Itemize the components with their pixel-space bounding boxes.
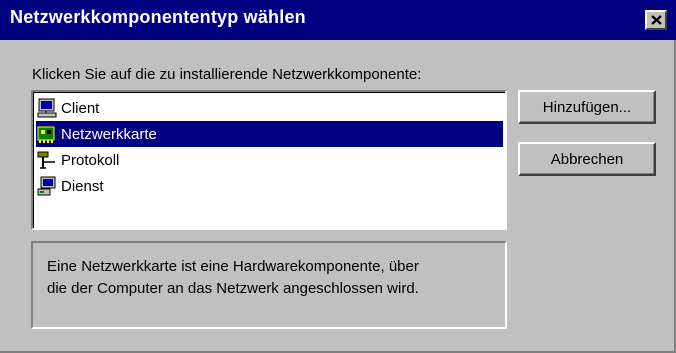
title-bar[interactable]: Netzwerkkomponententyp wählen: [0, 0, 676, 40]
description-line-2: die der Computer an das Netzwerk angesch…: [47, 280, 419, 297]
cancel-button-label: Abbrechen: [550, 150, 624, 168]
network-card-icon: [37, 126, 55, 143]
service-computer-icon: [37, 176, 56, 196]
list-item-network-card[interactable]: Netzwerkkarte: [36, 121, 503, 147]
description-box: Eine Netzwerkkarte ist eine Hardwarekomp…: [31, 241, 507, 329]
network-component-dialog: Netzwerkkomponententyp wählen Klicken Si…: [0, 0, 676, 353]
component-listbox[interactable]: Client Netzwerkkarte Protokoll Dienst: [31, 90, 507, 230]
cancel-button[interactable]: Abbrechen: [518, 142, 656, 176]
client-computer-icon: [37, 98, 57, 118]
list-item-label: Client: [61, 99, 100, 117]
close-button[interactable]: [645, 10, 667, 30]
list-item-service[interactable]: Dienst: [36, 173, 503, 199]
add-button-label: Hinzufügen...: [542, 98, 632, 116]
instruction-label: Klicken Sie auf die zu installierende Ne…: [32, 66, 422, 83]
window-title: Netzwerkkomponententyp wählen: [10, 7, 306, 27]
description-line-1: Eine Netzwerkkarte ist eine Hardwarekomp…: [47, 258, 419, 275]
protocol-connector-icon: [37, 151, 55, 169]
list-item-label: Dienst: [61, 177, 104, 195]
description-text: Eine Netzwerkkarte ist eine Hardwarekomp…: [47, 256, 497, 300]
list-item-label: Netzwerkkarte: [61, 125, 157, 143]
list-item-client[interactable]: Client: [36, 95, 503, 121]
add-button[interactable]: Hinzufügen...: [518, 90, 656, 124]
list-item-protocol[interactable]: Protokoll: [36, 147, 503, 173]
close-icon: [651, 15, 662, 25]
list-item-label: Protokoll: [61, 151, 120, 169]
